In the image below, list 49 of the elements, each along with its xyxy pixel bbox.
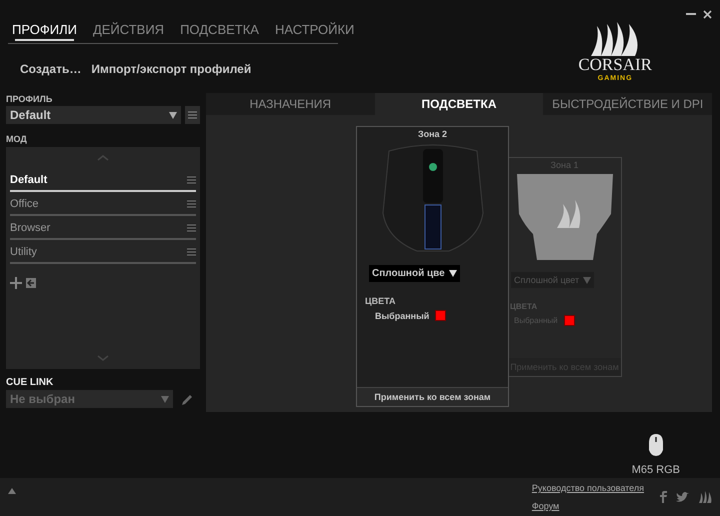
mode-label: МОД xyxy=(6,134,28,144)
effect-dropdown[interactable]: Сплошной цве xyxy=(369,265,460,282)
device-name: M65 RGB xyxy=(632,464,680,476)
device-tab[interactable]: НАЗНАЧЕНИЯ xyxy=(206,93,375,115)
nav-tab[interactable]: ДЕЙСТВИЯ xyxy=(92,22,164,39)
menu-icon[interactable] xyxy=(187,176,196,184)
expand-up-icon[interactable] xyxy=(8,488,16,494)
bird-icon[interactable] xyxy=(676,492,689,502)
caret-icon xyxy=(169,112,177,118)
caret-icon xyxy=(448,270,457,277)
color-swatch[interactable] xyxy=(564,315,575,326)
pencil-icon[interactable] xyxy=(181,392,194,406)
nav-tab[interactable]: ПРОФИЛИ xyxy=(12,22,77,39)
facebook-icon[interactable] xyxy=(660,491,667,503)
cue-link-label: CUE LINK xyxy=(6,377,54,388)
device-tab[interactable]: БЫСТРОДЕЙСТВИЕ И DPI xyxy=(543,93,712,115)
close-icon[interactable] xyxy=(703,10,712,19)
zone-card[interactable]: Зона 2 Сплошной цве ЦВЕТА Выбранный Применить ко всем зонам xyxy=(356,126,509,407)
apply-all-button[interactable]: Применить ко всем зонам xyxy=(357,387,508,406)
mode-item[interactable]: Browser xyxy=(10,219,196,240)
minimize-icon[interactable] xyxy=(686,13,696,16)
footer-link[interactable]: Руководство пользователя xyxy=(532,483,644,493)
mode-item[interactable]: Office xyxy=(10,195,196,216)
device-tab[interactable]: ПОДСВЕТКА xyxy=(374,93,544,115)
caret-icon xyxy=(583,276,592,284)
sails-logo-icon[interactable] xyxy=(698,491,712,503)
color-swatch[interactable] xyxy=(435,310,446,321)
profile-label: ПРОФИЛЬ xyxy=(6,94,54,104)
footer-link[interactable]: Форум xyxy=(532,501,644,511)
menu-icon[interactable] xyxy=(187,248,196,256)
plus-icon[interactable] xyxy=(10,277,22,289)
mode-item[interactable]: Utility xyxy=(10,243,196,264)
color-label: Выбранный xyxy=(375,310,430,320)
zone-title: Зона 2 xyxy=(418,129,448,139)
profile-action-link[interactable]: Импорт/экспорт профилей xyxy=(91,62,252,76)
profile-dropdown[interactable]: Default xyxy=(6,106,181,124)
mode-item[interactable]: Default xyxy=(10,171,196,192)
nav-tab[interactable]: ПОДСВЕТКА xyxy=(180,22,259,39)
brand-name: CORSAIR xyxy=(578,56,652,75)
colors-heading: ЦВЕТА xyxy=(365,296,396,306)
menu-icon[interactable] xyxy=(187,224,196,232)
nav-tab[interactable]: НАСТРОЙКИ xyxy=(274,22,354,39)
menu-icon xyxy=(188,111,197,119)
mouse-icon[interactable] xyxy=(648,434,663,456)
menu-button[interactable] xyxy=(185,106,200,124)
caret-icon xyxy=(161,396,169,402)
import-icon[interactable] xyxy=(25,277,37,289)
menu-icon[interactable] xyxy=(187,200,196,208)
profile-action-link[interactable]: Создать… xyxy=(20,62,82,76)
